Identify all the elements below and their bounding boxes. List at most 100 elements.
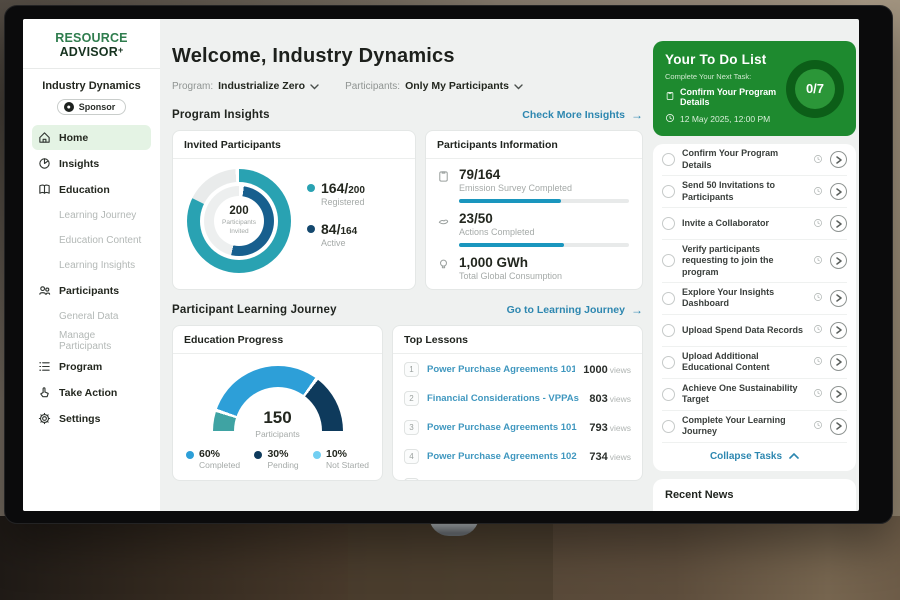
participants-value: Only My Participants <box>405 80 509 92</box>
next-task-time: 12 May 2025, 12:00 PM <box>680 114 770 124</box>
emission-survey-stat: 79/164 Emission Survey Completed <box>426 159 642 203</box>
task-row[interactable]: Send 50 Invitations to Participants <box>662 176 847 208</box>
check-more-insights-link[interactable]: Check More Insights → <box>522 108 643 122</box>
task-row[interactable]: Complete Your Learning Journey <box>662 411 847 443</box>
sidebar-item-learning-insights[interactable]: Learning Insights <box>32 253 151 277</box>
sidebar-item-take-action[interactable]: Take Action <box>32 380 151 405</box>
rank-badge: 3 <box>404 420 419 435</box>
main-content: Welcome, Industry Dynamics Program: Indu… <box>160 19 653 511</box>
completed-legend: 60% Completed <box>186 448 240 470</box>
not-started-legend: 10% Not Started <box>313 448 369 470</box>
chevron-right-button[interactable] <box>830 386 847 403</box>
todo-progress-ring: 0/7 <box>786 60 844 118</box>
org-name: Industry Dynamics <box>32 80 151 92</box>
chevron-right-button[interactable] <box>830 418 847 435</box>
todo-subtitle: Complete Your Next Task: <box>665 72 780 81</box>
task-checkbox[interactable] <box>662 388 675 401</box>
app-logo: RESOURCE ADVISOR+ <box>32 31 151 68</box>
task-checkbox[interactable] <box>662 292 675 305</box>
chevron-right-button[interactable] <box>830 322 847 339</box>
sidebar-item-label: Home <box>59 132 88 144</box>
program-label: Program: <box>172 81 213 92</box>
sidebar-item-participants[interactable]: Participants <box>32 278 151 303</box>
collapse-tasks-link[interactable]: Collapse Tasks <box>662 443 847 471</box>
clock-icon <box>665 113 675 125</box>
teal-dot-icon <box>307 184 315 192</box>
task-row[interactable]: Upload Additional Educational Content <box>662 347 847 379</box>
clock-icon <box>813 252 823 270</box>
dashboard-screen: RESOURCE ADVISOR+ Industry Dynamics ● Sp… <box>23 19 859 511</box>
task-row[interactable]: Invite a Collaborator <box>662 208 847 240</box>
sidebar-item-label: Program <box>59 361 102 373</box>
sidebar-item-general-data[interactable]: General Data <box>32 304 151 328</box>
sponsor-badge[interactable]: ● Sponsor <box>57 99 127 115</box>
task-row[interactable]: Confirm Your Program Details <box>662 144 847 176</box>
lightblue-dot-icon <box>313 451 321 459</box>
todo-title: Your To Do List <box>665 52 780 67</box>
task-checkbox[interactable] <box>662 324 675 337</box>
gear-icon <box>38 412 51 425</box>
sidebar-item-label: General Data <box>59 311 118 322</box>
clipboard-icon <box>665 91 675 103</box>
task-row[interactable]: Achieve One Sustainability Target <box>662 379 847 411</box>
chevron-down-icon <box>514 77 523 95</box>
monitor-bezel: RESOURCE ADVISOR+ Industry Dynamics ● Sp… <box>4 5 893 524</box>
task-checkbox[interactable] <box>662 153 675 166</box>
sidebar-item-manage-participants[interactable]: Manage Participants <box>32 329 151 353</box>
todo-tasks-card: Confirm Your Program Details Send 50 Inv… <box>653 144 856 471</box>
sidebar-item-education[interactable]: Education <box>32 177 151 202</box>
participants-label: Participants: <box>345 81 400 92</box>
sidebar-item-insights[interactable]: Insights <box>32 151 151 176</box>
sidebar-item-settings[interactable]: Settings <box>32 406 151 431</box>
task-checkbox[interactable] <box>662 185 675 198</box>
chevron-right-button[interactable] <box>830 354 847 371</box>
invited-count: 200 <box>229 205 248 217</box>
task-checkbox[interactable] <box>662 217 675 230</box>
task-row[interactable]: Upload Spend Data Records <box>662 315 847 347</box>
home-icon <box>38 131 51 144</box>
chevron-right-button[interactable] <box>830 151 847 168</box>
task-row[interactable]: Verify participants requesting to join t… <box>662 240 847 283</box>
participants-dropdown[interactable]: Participants: Only My Participants <box>345 77 523 95</box>
sidebar-item-label: Manage Participants <box>59 330 145 352</box>
clock-icon <box>813 321 823 339</box>
task-checkbox[interactable] <box>662 356 675 369</box>
task-checkbox[interactable] <box>662 254 675 267</box>
sidebar-item-learning-journey[interactable]: Learning Journey <box>32 203 151 227</box>
lesson-link[interactable]: Power Purchase Agreements 101 <box>427 422 581 433</box>
chevron-right-button[interactable] <box>830 252 847 269</box>
sidebar-item-label: Take Action <box>59 387 117 399</box>
page-title: Welcome, Industry Dynamics <box>172 45 643 68</box>
lesson-row: 2 Financial Considerations - VPPAs 803vi… <box>393 384 642 412</box>
task-row[interactable]: Explore Your Insights Dashboard <box>662 283 847 315</box>
education-progress-card: Education Progress 150 Participants <box>172 325 383 481</box>
pending-legend: 30% Pending <box>254 448 298 470</box>
divider <box>23 68 160 69</box>
card-title: Education Progress <box>173 326 382 354</box>
clock-icon <box>813 353 823 371</box>
chevron-right-button[interactable] <box>830 215 847 232</box>
survey-icon <box>437 170 450 203</box>
lesson-row: 1 Power Purchase Agreements 101 1000view… <box>393 355 642 383</box>
sidebar-item-education-content[interactable]: Education Content <box>32 228 151 252</box>
program-dropdown[interactable]: Program: Industrialize Zero <box>172 77 319 95</box>
chevron-right-button[interactable] <box>830 183 847 200</box>
sidebar-item-home[interactable]: Home <box>32 125 151 150</box>
sidebar-item-label: Participants <box>59 285 119 297</box>
sidebar-item-label: Insights <box>59 158 99 170</box>
registered-legend: 164/200 Registered <box>307 180 365 207</box>
book-icon <box>38 183 51 196</box>
lesson-link[interactable]: Power Purchase Agreements 101 <box>427 364 575 375</box>
sponsor-icon: ● <box>64 102 74 112</box>
list-icon <box>38 360 51 373</box>
sidebar-item-program[interactable]: Program <box>32 354 151 379</box>
lesson-link[interactable]: Financial Considerations - VPPAs <box>427 393 581 404</box>
go-to-learning-journey-link[interactable]: Go to Learning Journey → <box>507 303 643 317</box>
next-task-label: Confirm Your Program Details <box>680 87 780 107</box>
lesson-link[interactable]: Power Purchase Agreements 102 <box>427 451 581 462</box>
task-checkbox[interactable] <box>662 420 675 433</box>
learning-journey-title: Participant Learning Journey <box>172 304 337 316</box>
rank-badge: 2 <box>404 391 419 406</box>
lesson-link[interactable]: Power Purchase Agreements 103 <box>427 480 581 482</box>
chevron-right-button[interactable] <box>830 290 847 307</box>
